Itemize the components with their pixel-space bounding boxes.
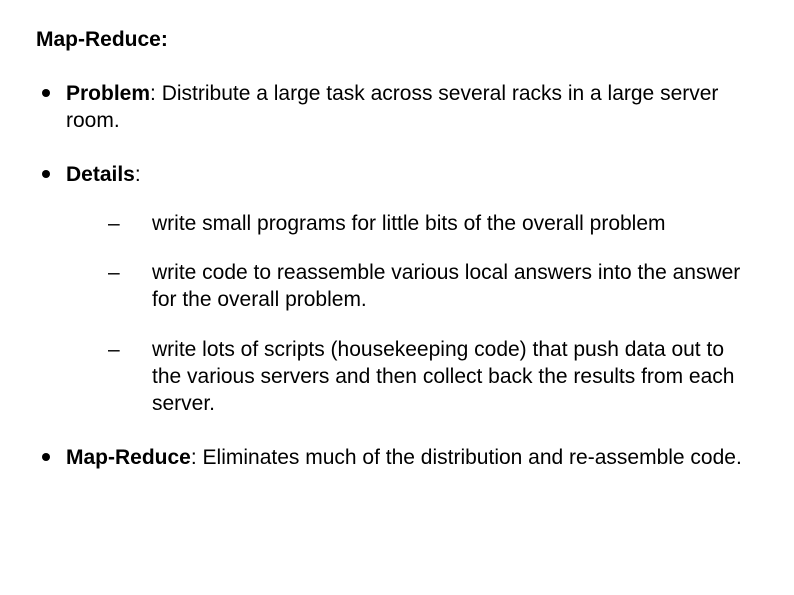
sub-bullet-list: write small programs for little bits of … <box>66 210 758 418</box>
bullet-text: : Distribute a large task across several… <box>66 82 718 132</box>
sub-bullet-text: write lots of scripts (housekeeping code… <box>152 338 734 416</box>
lead-term: Problem <box>66 82 150 105</box>
list-item: write small programs for little bits of … <box>108 210 758 237</box>
bullet-list: Problem: Distribute a large task across … <box>36 80 758 471</box>
list-item: Problem: Distribute a large task across … <box>42 80 758 135</box>
sub-bullet-text: write code to reassemble various local a… <box>152 261 740 311</box>
list-item: write lots of scripts (housekeeping code… <box>108 336 758 418</box>
bullet-text: : <box>135 163 141 186</box>
lead-term: Details <box>66 163 135 186</box>
list-item: Map-Reduce: Eliminates much of the distr… <box>42 444 758 471</box>
list-item: Details: write small programs for little… <box>42 161 758 418</box>
slide: Map-Reduce: Problem: Distribute a large … <box>0 0 794 595</box>
sub-bullet-text: write small programs for little bits of … <box>152 212 666 235</box>
list-item: write code to reassemble various local a… <box>108 259 758 314</box>
slide-title: Map-Reduce: <box>36 28 758 52</box>
lead-term: Map-Reduce <box>66 446 191 469</box>
bullet-text: : Eliminates much of the distribution an… <box>191 446 742 469</box>
